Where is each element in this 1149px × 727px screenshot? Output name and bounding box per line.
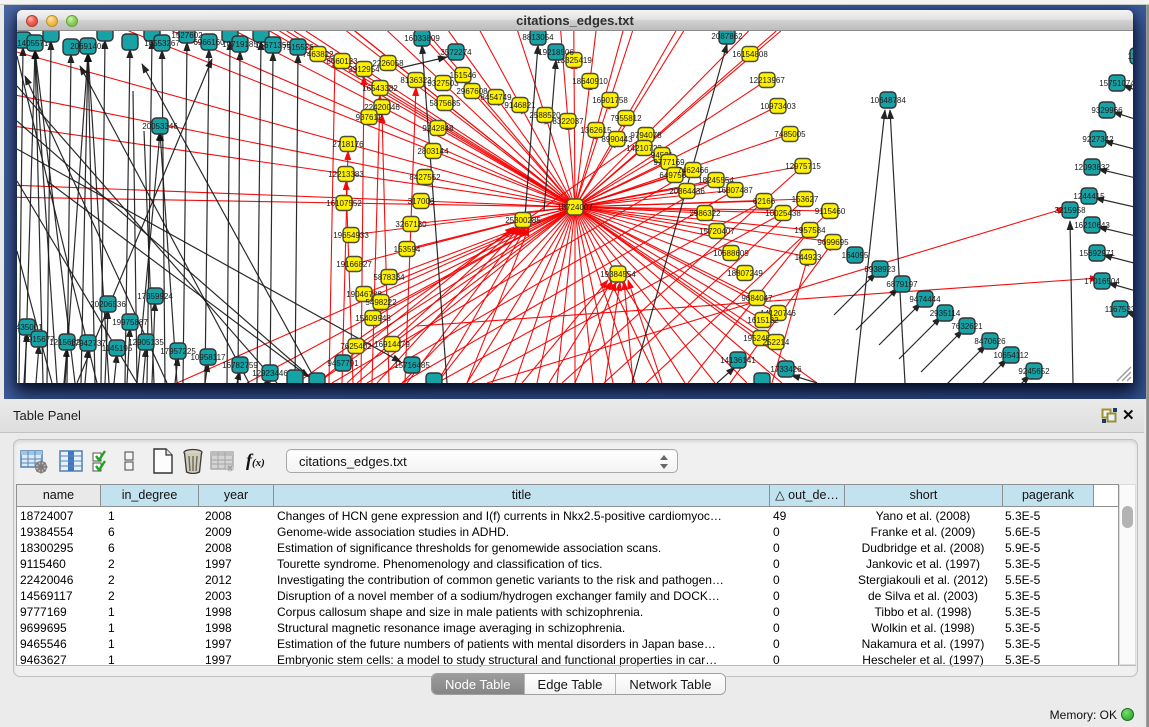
svg-text:144923: 144923	[795, 253, 822, 262]
svg-text:19166827: 19166827	[336, 260, 372, 269]
svg-text:7955812: 7955812	[610, 114, 642, 123]
svg-text:16553267: 16553267	[144, 39, 180, 48]
svg-text:18640910: 18640910	[572, 77, 608, 86]
svg-text:252214: 252214	[763, 338, 790, 347]
svg-text:10648784: 10648784	[870, 96, 906, 105]
svg-text:10654112: 10654112	[994, 351, 1030, 360]
svg-text:8427552: 8427552	[409, 173, 441, 182]
svg-text:12093832: 12093832	[1074, 163, 1110, 172]
svg-text:19654933: 19654933	[333, 231, 369, 240]
svg-text:8938923: 8938923	[864, 265, 896, 274]
svg-text:10719185: 10719185	[222, 40, 258, 49]
svg-text:15692971: 15692971	[1079, 249, 1115, 258]
svg-text:8813054: 8813054	[522, 33, 554, 42]
svg-text:5878334: 5878334	[373, 273, 405, 282]
svg-text:12213383: 12213383	[328, 170, 364, 179]
svg-text:1362615: 1362615	[580, 126, 612, 135]
svg-text:12905135: 12905135	[128, 338, 164, 347]
svg-text:16914479: 16914479	[374, 340, 410, 349]
svg-text:8322037: 8322037	[552, 117, 584, 126]
svg-text:15751074: 15751074	[1099, 79, 1133, 88]
svg-text:153627: 153627	[792, 195, 819, 204]
svg-text:9457791: 9457791	[327, 359, 359, 368]
svg-text:153594: 153594	[394, 245, 421, 254]
svg-text:10958117: 10958117	[191, 353, 227, 362]
svg-text:5498222: 5498222	[365, 298, 397, 307]
svg-text:20053346: 20053346	[142, 122, 178, 131]
svg-text:2226058: 2226058	[372, 59, 404, 68]
svg-text:9146821: 9146821	[504, 101, 536, 110]
svg-text:17016504: 17016504	[1084, 277, 1120, 286]
svg-text:15720407: 15720407	[699, 227, 735, 236]
svg-text:16901758: 16901758	[592, 96, 628, 105]
svg-text:16543382: 16543382	[362, 84, 398, 93]
svg-text:10688609: 10688609	[713, 249, 749, 258]
svg-text:12923446: 12923446	[252, 369, 288, 378]
svg-text:12975715: 12975715	[785, 162, 821, 171]
svg-text:19218506: 19218506	[538, 48, 574, 57]
svg-text:14136141: 14136141	[720, 356, 756, 365]
svg-text:18807249: 18807249	[727, 269, 763, 278]
svg-text:8470626: 8470626	[974, 337, 1006, 346]
svg-text:16033809: 16033809	[404, 34, 440, 43]
svg-text:9684047: 9684047	[741, 294, 773, 303]
svg-text:9242848: 9242848	[422, 124, 454, 133]
svg-text:6966160: 6966160	[193, 38, 225, 47]
svg-text:7632621: 7632621	[951, 322, 983, 331]
svg-text:17359924: 17359924	[137, 292, 173, 301]
svg-text:16210643: 16210643	[1074, 221, 1110, 230]
svg-text:16807487: 16807487	[717, 186, 753, 195]
svg-text:19384554: 19384554	[600, 270, 636, 279]
svg-text:2718176: 2718176	[332, 140, 364, 149]
svg-text:12213967: 12213967	[749, 76, 785, 85]
svg-text:5875685: 5875685	[429, 99, 461, 108]
svg-text:10973403: 10973403	[760, 102, 796, 111]
svg-text:3572274: 3572274	[440, 48, 472, 57]
svg-text:151546: 151546	[450, 71, 477, 80]
svg-text:3215958: 3215958	[1054, 206, 1086, 215]
svg-text:10025438: 10025438	[765, 209, 801, 218]
svg-text:20364436: 20364436	[669, 187, 705, 196]
svg-text:2087862: 2087862	[711, 32, 743, 41]
svg-text:7625402: 7625402	[340, 342, 372, 351]
svg-text:9699695: 9699695	[817, 238, 849, 247]
svg-text:9115460: 9115460	[815, 207, 846, 216]
svg-text:20206536: 20206536	[90, 300, 126, 309]
svg-text:7515526: 7515526	[282, 43, 314, 52]
svg-text:7485005: 7485005	[774, 130, 806, 139]
svg-text:937612: 937612	[356, 113, 383, 122]
svg-text:2935114: 2935114	[930, 309, 961, 318]
svg-text:9794078: 9794078	[630, 131, 662, 140]
svg-text:1733426: 1733426	[770, 365, 802, 374]
svg-text:15716485: 15716485	[394, 361, 430, 370]
svg-text:15409948: 15409948	[355, 314, 391, 323]
svg-text:62166: 62166	[753, 197, 776, 206]
svg-text:9227342: 9227342	[1082, 135, 1114, 144]
svg-text:164095: 164095	[842, 251, 869, 260]
svg-text:19975887: 19975887	[112, 318, 148, 327]
svg-text:317006: 317006	[408, 197, 435, 206]
svg-text:1244415: 1244415	[1073, 192, 1105, 201]
svg-text:6879197: 6879197	[886, 280, 918, 289]
svg-text:9327503: 9327503	[427, 79, 459, 88]
svg-text:16154808: 16154808	[732, 50, 768, 59]
svg-text:9245652: 9245652	[1018, 367, 1050, 376]
svg-text:18724007: 18724007	[557, 203, 593, 212]
svg-text:2803144: 2803144	[417, 147, 449, 156]
svg-text:7462466: 7462466	[677, 166, 709, 175]
svg-text:11123: 11123	[1127, 52, 1133, 61]
svg-text:16107552: 16107552	[326, 199, 362, 208]
svg-text:9329966: 9329966	[1091, 106, 1123, 115]
svg-text:25300285: 25300285	[505, 216, 541, 225]
svg-text:1615132: 1615132	[747, 316, 779, 325]
svg-text:8990443: 8990443	[601, 135, 633, 144]
svg-text:2986322: 2986322	[689, 209, 721, 218]
svg-text:3267130: 3267130	[395, 220, 427, 229]
svg-text:1957584: 1957584	[794, 226, 826, 235]
svg-text:20691406: 20691406	[70, 42, 106, 51]
svg-text:9474444: 9474444	[909, 295, 941, 304]
svg-text:1167533: 1167533	[1105, 305, 1133, 314]
